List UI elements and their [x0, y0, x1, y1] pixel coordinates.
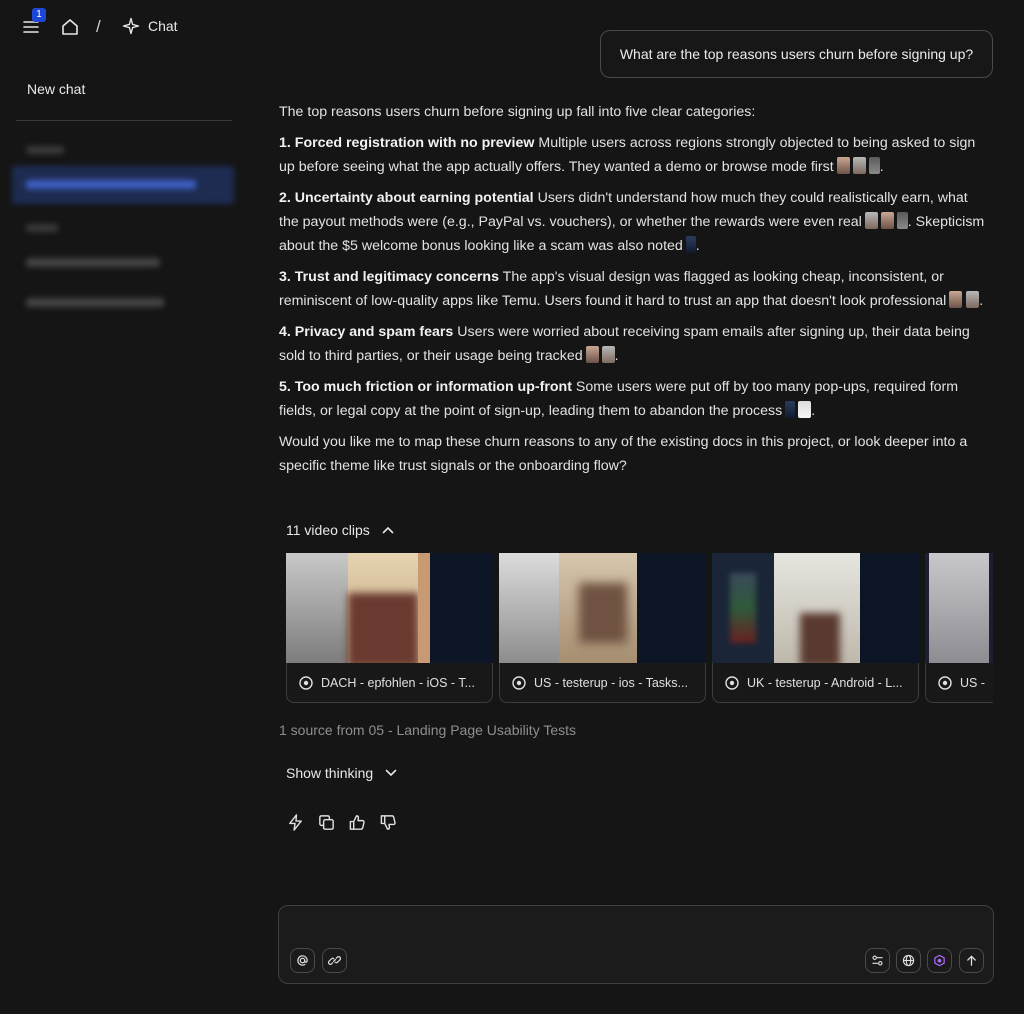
new-chat-button[interactable]: New chat	[27, 81, 85, 97]
sliders-icon	[872, 955, 883, 966]
menu-button[interactable]: 1	[20, 8, 46, 38]
message-actions	[286, 813, 398, 832]
video-clips-toggle[interactable]: 11 video clips	[286, 522, 394, 538]
clip-reference-thumbnail[interactable]	[864, 212, 878, 229]
attach-button[interactable]	[322, 948, 347, 973]
clip-reference-thumbnail[interactable]	[685, 236, 696, 253]
compass-icon	[299, 675, 313, 690]
clip-reference-thumbnail[interactable]	[785, 401, 796, 418]
answer-item-title: 4. Privacy and spam fears	[279, 324, 454, 340]
video-clip-thumbnail	[286, 553, 493, 667]
answer-item: 2. Uncertainty about earning potential U…	[279, 190, 985, 254]
home-button[interactable]	[60, 17, 80, 37]
sidebar-item-active[interactable]	[12, 166, 234, 204]
chevron-up-icon	[382, 526, 394, 534]
answer-item: 1. Forced registration with no preview M…	[279, 135, 976, 175]
answer-item: 3. Trust and legitimacy concerns The app…	[279, 269, 984, 309]
assistant-answer: The top reasons users churn before signi…	[279, 100, 991, 485]
video-clip-title: UK - testerup - Android - L...	[747, 675, 903, 690]
video-clips-count: 11 video clips	[286, 522, 370, 538]
video-clip-thumbnail	[712, 553, 919, 667]
copy-icon[interactable]	[317, 813, 336, 832]
sidebar-item[interactable]	[24, 294, 169, 310]
top-bar: 1 / Chat	[0, 0, 270, 54]
ai-mode-button[interactable]	[927, 948, 952, 973]
video-clip-card[interactable]: DACH - epfohlen - iOS - T...	[286, 553, 493, 703]
answer-intro: The top reasons users churn before signi…	[279, 104, 756, 120]
clip-reference-thumbnail[interactable]	[868, 157, 880, 174]
send-button[interactable]	[959, 948, 984, 973]
video-clip-label: DACH - epfohlen - iOS - T...	[286, 663, 493, 703]
clip-reference-thumbnail[interactable]	[585, 346, 599, 363]
clip-reference-thumbnail[interactable]	[852, 157, 866, 174]
home-icon	[62, 19, 78, 35]
compass-icon	[512, 675, 526, 690]
video-clip-title: US -	[960, 675, 985, 690]
menu-icon	[23, 21, 39, 33]
video-clip-card[interactable]: US - testerup - ios - Tasks...	[499, 553, 706, 703]
answer-item: 5. Too much friction or information up-f…	[279, 379, 959, 419]
answer-outro: Would you like me to map these churn rea…	[279, 434, 968, 474]
show-thinking-toggle[interactable]: Show thinking	[286, 765, 397, 781]
source-link[interactable]: 1 source from 05 - Landing Page Usabilit…	[279, 722, 576, 738]
breadcrumb-chat-label: Chat	[148, 18, 178, 34]
video-clip-label: US - testerup - ios - Tasks...	[499, 663, 706, 703]
globe-icon	[902, 954, 915, 967]
arrow-up-icon	[967, 955, 976, 966]
chevron-down-icon	[385, 769, 397, 777]
mention-button[interactable]	[290, 948, 315, 973]
ai-cube-icon	[934, 954, 945, 967]
clip-reference-thumbnail[interactable]	[896, 212, 908, 229]
notification-badge: 1	[32, 8, 46, 22]
video-clips-carousel[interactable]: DACH - epfohlen - iOS - T... US - tester…	[286, 553, 993, 706]
web-search-button[interactable]	[896, 948, 921, 973]
answer-item-title: 2. Uncertainty about earning potential	[279, 190, 534, 206]
link-icon	[328, 956, 341, 965]
video-clip-card[interactable]: UK - testerup - Android - L...	[712, 553, 919, 703]
answer-item-title: 5. Too much friction or information up-f…	[279, 379, 572, 395]
thumbs-up-icon[interactable]	[348, 813, 367, 832]
sidebar-item[interactable]	[24, 254, 164, 270]
clip-reference-thumbnail[interactable]	[966, 291, 980, 308]
sidebar: New chat	[0, 54, 250, 1014]
video-clip-thumbnail	[499, 553, 706, 667]
message-composer	[278, 905, 994, 984]
answer-item: 4. Privacy and spam fears Users were wor…	[279, 324, 970, 364]
app-window: 1 / Chat New chat What are the top reaso…	[0, 0, 1024, 1014]
message-input[interactable]	[293, 916, 973, 944]
video-clip-label: US -	[925, 663, 993, 703]
answer-item-title: 3. Trust and legitimacy concerns	[279, 269, 499, 285]
video-clip-label: UK - testerup - Android - L...	[712, 663, 919, 703]
clip-reference-thumbnail[interactable]	[601, 346, 615, 363]
clip-reference-thumbnail[interactable]	[836, 157, 850, 174]
sidebar-divider	[16, 120, 232, 121]
user-message: What are the top reasons users churn bef…	[600, 30, 993, 78]
answer-item-title: 1. Forced registration with no preview	[279, 135, 535, 151]
lightning-icon[interactable]	[286, 813, 305, 832]
at-sign-icon	[297, 955, 308, 966]
video-clip-title: US - testerup - ios - Tasks...	[534, 675, 688, 690]
video-clip-card[interactable]: US -	[925, 553, 993, 703]
breadcrumb-chat[interactable]: Chat	[122, 17, 178, 35]
clip-reference-thumbnail[interactable]	[949, 291, 963, 308]
show-thinking-label: Show thinking	[286, 765, 374, 781]
compass-icon	[725, 675, 739, 690]
video-clip-thumbnail	[925, 553, 993, 667]
breadcrumb-separator: /	[96, 17, 101, 36]
compass-icon	[938, 675, 952, 690]
clip-reference-thumbnail[interactable]	[798, 401, 812, 418]
settings-toggle-button[interactable]	[865, 948, 890, 973]
sparkle-icon	[122, 17, 140, 35]
clip-reference-thumbnail[interactable]	[880, 212, 894, 229]
thumbs-down-icon[interactable]	[379, 813, 398, 832]
video-clip-title: DACH - epfohlen - iOS - T...	[321, 675, 475, 690]
history-group-label	[26, 224, 58, 232]
history-group-label	[26, 146, 64, 154]
